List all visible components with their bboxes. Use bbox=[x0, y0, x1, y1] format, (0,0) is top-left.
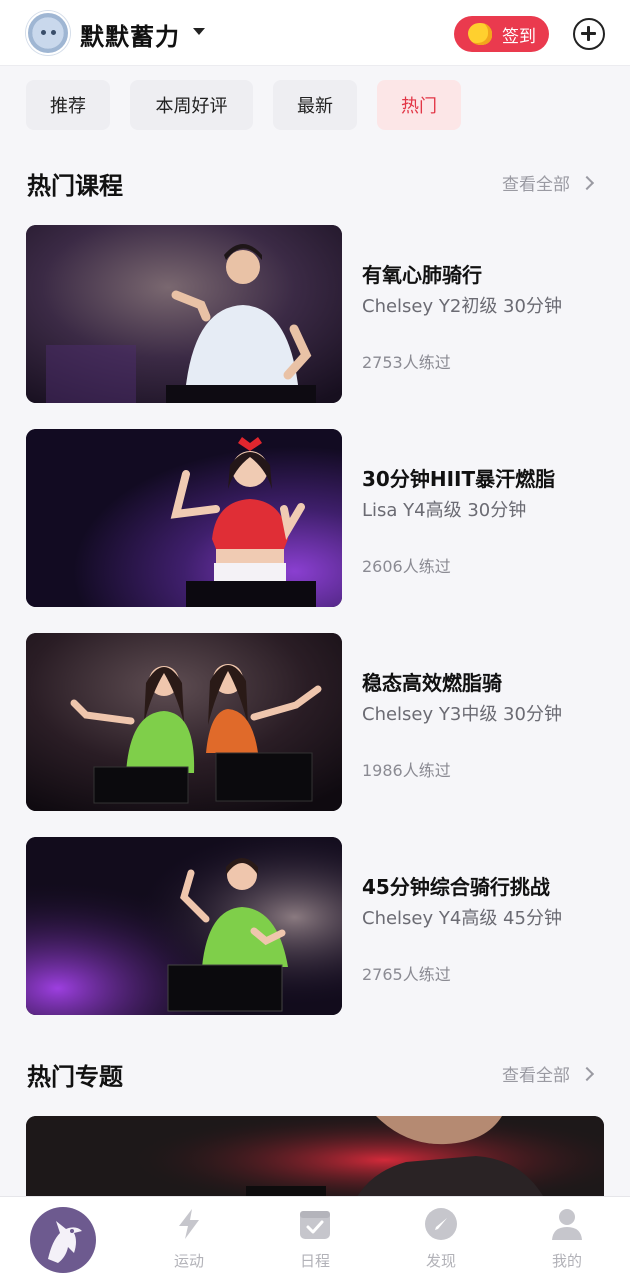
hot-topics-title: 热门专题 bbox=[27, 1063, 123, 1091]
course-count: 2606人练过 bbox=[362, 557, 451, 576]
nav-sport[interactable]: 运动 bbox=[149, 1205, 229, 1275]
view-all-label: 查看全部 bbox=[502, 1066, 570, 1086]
course-count: 2765人练过 bbox=[362, 965, 451, 984]
course-count: 1986人练过 bbox=[362, 761, 451, 780]
course-card[interactable]: 有氧心肺骑行 Chelsey Y2初级 30分钟 2753人练过 bbox=[26, 225, 604, 403]
top-bar: 默默蓄力 签到 bbox=[0, 0, 630, 66]
nav-discover[interactable]: 发现 bbox=[401, 1205, 481, 1275]
nav-schedule[interactable]: 日程 bbox=[275, 1205, 355, 1275]
chevron-down-icon[interactable] bbox=[193, 28, 205, 35]
course-title: 有氧心肺骑行 bbox=[362, 263, 482, 287]
course-card[interactable]: 45分钟综合骑行挑战 Chelsey Y4高级 45分钟 2765人练过 bbox=[26, 837, 604, 1015]
nav-sport-label: 运动 bbox=[173, 1252, 204, 1270]
person-icon bbox=[552, 1209, 582, 1240]
add-icon[interactable] bbox=[573, 18, 605, 50]
nav-schedule-label: 日程 bbox=[299, 1252, 330, 1270]
course-meta: Chelsey Y3中级 30分钟 bbox=[362, 704, 562, 725]
chevron-right-icon bbox=[579, 175, 595, 190]
course-meta: Lisa Y4高级 30分钟 bbox=[362, 500, 527, 521]
hot-topics-view-all[interactable]: 查看全部 bbox=[502, 1061, 595, 1086]
course-thumbnail bbox=[26, 837, 342, 1015]
nav-me-label: 我的 bbox=[551, 1252, 582, 1270]
lightning-icon bbox=[179, 1209, 199, 1239]
signin-button[interactable]: 签到 bbox=[454, 16, 549, 52]
coin-icon bbox=[468, 23, 492, 45]
course-thumbnail bbox=[26, 633, 342, 811]
bottom-nav: 运动 日程 发现 我的 bbox=[0, 1196, 630, 1280]
course-title: 30分钟HIIT暴汗燃脂 bbox=[362, 467, 556, 491]
hot-courses-title: 热门课程 bbox=[27, 172, 123, 200]
home-logo-icon[interactable] bbox=[30, 1207, 96, 1273]
calendar-check-icon bbox=[300, 1211, 330, 1239]
course-thumbnail bbox=[26, 429, 342, 607]
tab-recommend[interactable]: 推荐 bbox=[26, 80, 110, 130]
course-thumbnail bbox=[26, 225, 342, 403]
view-all-label: 查看全部 bbox=[502, 175, 570, 195]
signin-label: 签到 bbox=[502, 26, 536, 47]
course-meta: Chelsey Y2初级 30分钟 bbox=[362, 296, 562, 317]
username[interactable]: 默默蓄力 bbox=[80, 17, 180, 52]
course-card[interactable]: 稳态高效燃脂骑 Chelsey Y3中级 30分钟 1986人练过 bbox=[26, 633, 604, 811]
nav-me[interactable]: 我的 bbox=[527, 1205, 607, 1275]
avatar[interactable] bbox=[26, 11, 70, 55]
nav-discover-label: 发现 bbox=[425, 1252, 456, 1270]
course-meta: Chelsey Y4高级 45分钟 bbox=[362, 908, 562, 929]
tab-latest[interactable]: 最新 bbox=[273, 80, 357, 130]
course-count: 2753人练过 bbox=[362, 353, 451, 372]
tab-hot[interactable]: 热门 bbox=[377, 80, 461, 130]
course-title: 稳态高效燃脂骑 bbox=[362, 671, 502, 695]
compass-icon bbox=[425, 1208, 457, 1240]
course-card[interactable]: 30分钟HIIT暴汗燃脂 Lisa Y4高级 30分钟 2606人练过 bbox=[26, 429, 604, 607]
hot-courses-view-all[interactable]: 查看全部 bbox=[502, 170, 595, 195]
tab-weekly-praise[interactable]: 本周好评 bbox=[130, 80, 253, 130]
chevron-right-icon bbox=[579, 1066, 595, 1081]
course-title: 45分钟综合骑行挑战 bbox=[362, 875, 550, 899]
